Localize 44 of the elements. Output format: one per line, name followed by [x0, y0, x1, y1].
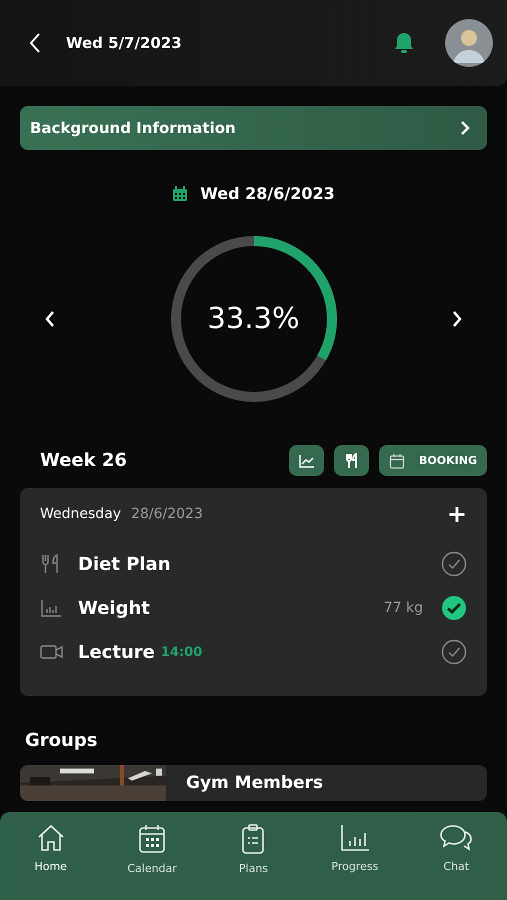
- add-button[interactable]: +: [446, 502, 467, 526]
- chart-button[interactable]: [289, 445, 324, 476]
- diet-button[interactable]: [334, 445, 370, 476]
- calendar-icon: [389, 452, 406, 468]
- bar-chart-icon: [340, 824, 370, 852]
- nav-tab[interactable]: Plans: [208, 824, 298, 875]
- task-name: Lecture: [78, 642, 155, 662]
- chevron-left-icon: [44, 310, 56, 328]
- bar-chart-icon: [40, 597, 62, 619]
- back-button[interactable]: [28, 32, 42, 54]
- clipboard-icon: [241, 824, 266, 854]
- bell-icon[interactable]: [393, 31, 415, 55]
- group-card[interactable]: Gym Members: [20, 765, 487, 801]
- task-name: Weight: [78, 598, 150, 618]
- nav-tab[interactable]: Home: [6, 824, 96, 873]
- progress-percentage: 33.3%: [206, 301, 301, 335]
- back-icon: [28, 32, 42, 54]
- selected-date: Wed 28/6/2023: [200, 184, 335, 203]
- week-title: Week 26: [40, 450, 127, 471]
- weekday-label: Wednesday: [40, 506, 122, 522]
- chevron-right-icon: [459, 120, 471, 136]
- background-information-button[interactable]: Background Information: [20, 106, 487, 150]
- calendar-icon: [138, 824, 166, 854]
- avatar[interactable]: [445, 19, 493, 67]
- chevron-right-icon: [451, 310, 463, 328]
- unchecked-checkbox[interactable]: [441, 551, 467, 577]
- groups-title: Groups: [25, 730, 98, 751]
- line-chart-icon: [298, 454, 315, 468]
- unchecked-checkbox[interactable]: [441, 639, 467, 665]
- day-date: 28/6/2023: [131, 506, 203, 522]
- task-time: 14:00: [160, 644, 202, 660]
- group-name: Gym Members: [186, 773, 324, 793]
- booking-button[interactable]: BOOKING: [379, 445, 487, 476]
- home-icon: [36, 824, 66, 852]
- nav-tab[interactable]: Calendar: [107, 824, 198, 875]
- calendar-icon: [172, 186, 188, 202]
- nav-tab[interactable]: Chat: [411, 824, 502, 873]
- task-value: 77 kg: [384, 600, 423, 616]
- fork-knife-icon: [344, 452, 359, 468]
- chat-icon: [439, 824, 474, 852]
- task-name: Diet Plan: [78, 554, 171, 574]
- checked-checkbox[interactable]: [441, 595, 467, 621]
- header-date: Wed 5/7/2023: [66, 34, 182, 52]
- nav-tab[interactable]: Progress: [310, 824, 400, 873]
